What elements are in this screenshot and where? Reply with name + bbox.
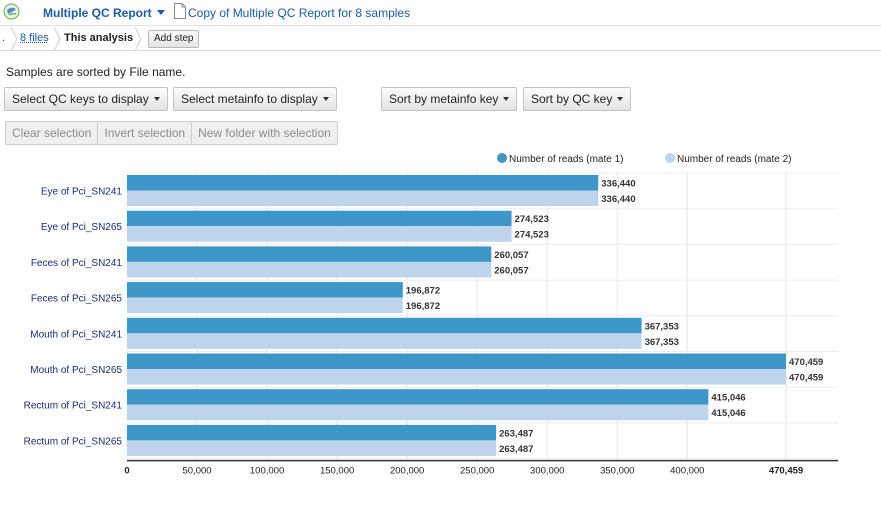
x-tick-label: 200,000: [390, 466, 424, 477]
bar-mate1[interactable]: [127, 282, 403, 298]
logo-icon[interactable]: [3, 3, 20, 20]
data-label: 415,046: [711, 408, 745, 419]
sort-info-text: Samples are sorted by File name.: [6, 65, 186, 79]
category-label[interactable]: Feces of Pci_SN265: [31, 294, 123, 305]
data-label: 470,459: [789, 357, 823, 368]
chevron-down-icon: [156, 10, 165, 15]
sort-by-metainfo-label: Sort by metainfo key: [389, 92, 499, 106]
category-label[interactable]: Eye of Pci_SN265: [41, 222, 123, 233]
data-label: 196,872: [406, 301, 440, 312]
x-max-label: 470,459: [769, 466, 803, 477]
bar-mate2[interactable]: [127, 190, 599, 207]
bar-chart: Number of reads (mate 1) Number of reads …: [24, 153, 838, 477]
category-label[interactable]: Mouth of Pci_SN265: [30, 365, 122, 376]
breadcrumb-prefix: .: [2, 32, 6, 44]
x-tick-label: 300,000: [530, 466, 564, 477]
breadcrumb-current: This analysis: [64, 32, 134, 44]
chevron-down-icon: [153, 97, 160, 101]
x-tick-label: 400,000: [670, 466, 704, 477]
bar-mate1[interactable]: [127, 210, 512, 227]
bar-mate1[interactable]: [127, 317, 642, 334]
add-step-button[interactable]: Add step: [148, 30, 200, 48]
select-qc-keys-label: Select QC keys to display: [12, 92, 149, 106]
category-label[interactable]: Eye of Pci_SN241: [41, 187, 123, 198]
category-label[interactable]: Rectum of Pci_SN241: [24, 401, 123, 412]
bar-mate2[interactable]: [127, 261, 492, 278]
chart-x-axis: 0 50,000 100,000 150,000 200,000 250,000 300,0…: [124, 459, 838, 477]
x-tick-label: 0: [124, 466, 129, 477]
data-label: 263,487: [499, 444, 533, 455]
clear-selection-button[interactable]: Clear selection: [6, 122, 99, 144]
data-label: 274,523: [515, 214, 549, 225]
data-label: 415,046: [711, 393, 745, 404]
data-label: 260,057: [494, 250, 528, 261]
invert-selection-button[interactable]: Invert selection: [98, 122, 193, 144]
breadcrumb: . 8 files This analysis Add step: [0, 27, 881, 51]
bar-mate2[interactable]: [127, 333, 642, 349]
data-label: 367,353: [645, 337, 679, 348]
chart-legend: Number of reads (mate 1) Number of reads …: [497, 153, 792, 165]
new-folder-with-selection-button[interactable]: New folder with selection: [192, 122, 337, 144]
select-qc-keys-button[interactable]: Select QC keys to display: [4, 87, 168, 111]
sort-by-qc-button[interactable]: Sort by QC key: [523, 87, 632, 111]
bar-mate2[interactable]: [127, 297, 403, 314]
breadcrumb-separator-icon: [134, 27, 142, 51]
select-metainfo-button[interactable]: Select metainfo to display: [173, 87, 337, 111]
data-label: 336,440: [601, 194, 635, 205]
data-label: 260,057: [494, 265, 528, 276]
x-tick-label: 350,000: [600, 466, 634, 477]
bar-mate1[interactable]: [127, 389, 709, 405]
data-label: 336,440: [601, 179, 635, 190]
sort-by-qc-label: Sort by QC key: [531, 92, 613, 106]
report-title-label: Multiple QC Report: [43, 6, 152, 20]
x-tick-label: 150,000: [320, 466, 354, 477]
legend-label[interactable]: Number of reads (mate 1): [509, 154, 624, 165]
sort-by-metainfo-button[interactable]: Sort by metainfo key: [381, 87, 518, 111]
bar-mate2[interactable]: [127, 440, 497, 456]
breadcrumb-separator-icon: [53, 27, 61, 51]
document-icon: [174, 3, 186, 19]
legend-marker[interactable]: [665, 153, 675, 163]
data-label: 196,872: [406, 286, 440, 297]
chevron-down-icon: [322, 97, 329, 101]
bar-mate2[interactable]: [127, 404, 709, 421]
legend-marker[interactable]: [497, 153, 507, 163]
chevron-down-icon: [617, 97, 624, 101]
selection-button-group: Clear selection Invert selection New fol…: [5, 121, 338, 145]
category-label[interactable]: Mouth of Pci_SN241: [30, 329, 122, 340]
chevron-down-icon: [503, 97, 510, 101]
bar-mate1[interactable]: [127, 175, 599, 191]
category-label[interactable]: Feces of Pci_SN241: [31, 258, 123, 269]
data-label: 470,459: [789, 373, 823, 384]
top-bar: Multiple QC Report Copy of Multiple QC R…: [0, 0, 881, 26]
breadcrumb-separator-icon: [10, 27, 18, 51]
bar-mate2[interactable]: [127, 369, 786, 385]
bar-mate1[interactable]: [127, 353, 786, 370]
report-title-menu[interactable]: Multiple QC Report: [43, 6, 165, 20]
x-tick-label: 250,000: [460, 466, 494, 477]
breadcrumb-files-link[interactable]: 8 files: [20, 32, 49, 44]
x-tick-label: 50,000: [183, 466, 212, 477]
x-tick-label: 100,000: [250, 466, 284, 477]
bar-mate2[interactable]: [127, 226, 512, 242]
data-label: 263,487: [499, 428, 533, 439]
data-label: 274,523: [515, 230, 549, 241]
legend-label[interactable]: Number of reads (mate 2): [677, 154, 792, 165]
select-metainfo-label: Select metainfo to display: [181, 92, 318, 106]
category-label[interactable]: Rectum of Pci_SN265: [24, 436, 123, 447]
bar-mate1[interactable]: [127, 246, 492, 262]
copy-report-link[interactable]: Copy of Multiple QC Report for 8 samples: [188, 6, 410, 20]
bar-mate1[interactable]: [127, 424, 497, 441]
data-label: 367,353: [645, 321, 679, 332]
